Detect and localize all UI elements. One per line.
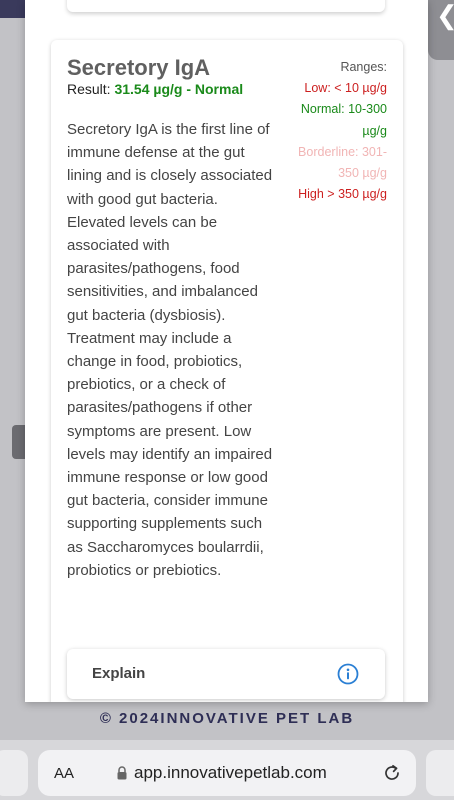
background-header-bar [0,0,28,18]
footer-copyright: © 2024INNOVATIVE PET LAB [99,710,355,727]
ranges-panel: Ranges: Low: < 10 µg/g Normal: 10-300 µg… [285,57,387,205]
results-modal: Secretory IgA Result: 31.54 µg/g - Norma… [25,0,428,702]
range-normal: Normal: 10-300 µg/g [300,102,387,138]
next-tab-pill[interactable] [426,750,454,796]
previous-tab-pill[interactable] [0,750,28,796]
lock-icon [117,766,127,780]
explain-button[interactable]: Explain [67,649,385,699]
range-borderline: Borderline: 301-350 µg/g [298,144,387,181]
result-line: Result: 31.54 µg/g - Normal [67,81,243,97]
test-title: Secretory IgA [67,55,211,80]
range-high: High > 350 µg/g [298,187,387,202]
test-description: Secretory IgA is the first line of immun… [67,121,273,579]
result-label: Result: [67,81,111,97]
back-chevron-icon: ❮ [436,2,454,28]
test-result-card: Secretory IgA Result: 31.54 µg/g - Norma… [51,40,403,702]
range-low: Low: < 10 µg/g [304,81,387,96]
result-value: 31.54 µg/g - Normal [114,81,244,97]
info-icon[interactable] [337,663,359,685]
browser-toolbar: AA app.innovativepetlab.com [0,740,454,800]
ranges-heading: Ranges: [340,60,387,74]
url-text[interactable]: app.innovativepetlab.com [134,763,327,783]
explain-label: Explain [92,665,146,682]
reload-icon[interactable] [382,763,402,783]
previous-card [67,0,385,12]
background-side-tab[interactable] [12,425,26,459]
back-button[interactable]: ❮ [428,0,454,60]
text-size-button[interactable]: AA [54,765,74,782]
address-bar[interactable]: AA app.innovativepetlab.com [38,750,416,796]
